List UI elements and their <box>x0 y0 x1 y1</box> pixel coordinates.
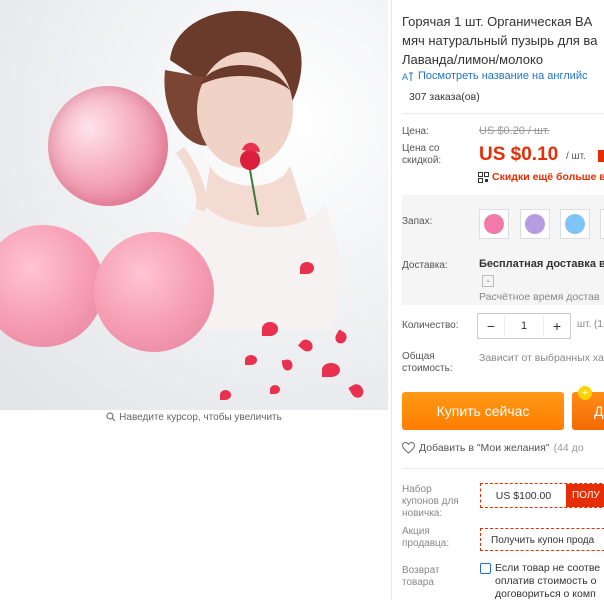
rose-petal <box>220 390 231 400</box>
coupon-label-line: Набор <box>402 484 432 495</box>
return-label-line: товара <box>402 577 434 588</box>
quantity-unit: шт. (1 <box>577 319 603 330</box>
seller-label-line: Акция <box>402 526 430 537</box>
discount-price-label: Цена со скидкой: <box>402 143 441 167</box>
price-label: Цена: <box>402 126 429 137</box>
zoom-hint: Наведите курсор, чтобы увеличить <box>0 412 388 423</box>
rose-petal <box>281 358 294 372</box>
rose-petal <box>245 355 257 365</box>
scent-label: Запах: <box>402 216 433 227</box>
qr-code-icon <box>478 171 489 183</box>
return-label-line: Возврат <box>402 565 440 576</box>
promo-link[interactable]: Скидки ещё больше в <box>478 171 604 183</box>
coupon-amount: US $100.00 <box>495 489 552 502</box>
total-label: Общая стоимость: <box>402 351 453 375</box>
current-price: US $0.10 <box>479 144 559 165</box>
svg-text:A: A <box>402 72 408 82</box>
bath-bomb-blue-thumb <box>565 214 585 234</box>
zoom-hint-text: Наведите курсор, чтобы увеличить <box>119 412 282 423</box>
discount-label-line: Цена со <box>402 143 440 154</box>
new-user-coupon-label: Набор купонов для новичка: <box>402 484 459 520</box>
magnifier-icon <box>106 412 116 422</box>
total-label-line: Общая <box>402 351 435 362</box>
delivery-estimate: Расчётное время достав <box>479 291 600 303</box>
coupon-label-line: купонов для <box>402 496 459 507</box>
return-line: оплатив стоимость о <box>495 575 597 587</box>
bath-bomb-pink-thumb <box>484 214 504 234</box>
rose-petal <box>262 322 278 336</box>
wishlist-link[interactable]: Добавить в "Мои желания" (44 до <box>402 442 584 454</box>
wishlist-text: Добавить в "Мои желания" <box>419 442 550 454</box>
quantity-stepper: − 1 + <box>477 313 571 339</box>
new-user-coupon[interactable]: US $100.00 ПОЛУ <box>480 483 604 508</box>
quantity-decrease-button[interactable]: − <box>478 318 504 334</box>
shipping-option[interactable]: Бесплатная доставка в <box>479 258 604 270</box>
product-main-image[interactable] <box>0 0 388 410</box>
buy-now-button[interactable]: Купить сейчас <box>402 392 564 430</box>
panel-divider <box>391 0 392 600</box>
total-value: Зависит от выбранных хар <box>479 352 604 364</box>
return-line-text: Если товар не соотве <box>495 562 601 574</box>
seller-promo-label: Акция продавца: <box>402 526 449 550</box>
rose-petal <box>297 337 316 354</box>
plus-badge-icon: + <box>578 386 592 400</box>
discount-badge <box>598 150 604 162</box>
rose-petals-closeup <box>48 86 168 206</box>
quantity-increase-button[interactable]: + <box>544 318 570 334</box>
scent-swatch-yellow[interactable] <box>600 209 604 239</box>
coupon-label-line: новичка: <box>402 508 443 519</box>
scent-swatch-blue[interactable] <box>560 209 590 239</box>
translate-link-text: Посмотреть название на английс <box>418 70 588 82</box>
orders-count: 307 заказа(ов) <box>409 91 480 103</box>
seller-label-line: продавца: <box>402 538 450 549</box>
quantity-input[interactable]: 1 <box>504 315 544 337</box>
quantity-label: Количество: <box>402 320 459 331</box>
divider <box>402 468 604 469</box>
return-icon <box>480 562 491 574</box>
scent-swatch-purple[interactable] <box>520 209 550 239</box>
product-gallery: Наведите курсор, чтобы увеличить <box>0 0 388 430</box>
heart-icon <box>402 442 415 454</box>
wishlist-count: (44 до <box>553 442 584 454</box>
product-title-line: Лаванда/лимон/молоко <box>402 52 544 67</box>
return-label: Возврат товара <box>402 565 440 589</box>
product-title: Горячая 1 шт. Органическая BA мяч натура… <box>402 12 604 69</box>
rose-petal <box>348 381 366 401</box>
bath-bomb-right <box>94 232 214 352</box>
old-price: US $0.20 / шт. <box>479 125 550 137</box>
chevron-down-icon[interactable]: ⌄ <box>482 275 494 287</box>
shipping-label: Доставка: <box>402 260 448 271</box>
translate-icon: A <box>402 72 413 82</box>
product-title-line: мяч натуральный пузырь для ва <box>402 33 598 48</box>
promo-text: Скидки ещё больше в <box>492 171 604 183</box>
get-coupon-button[interactable]: ПОЛУ <box>566 484 604 507</box>
product-title-line: Горячая 1 шт. Органическая BA <box>402 14 593 29</box>
price-unit: / шт. <box>566 151 586 162</box>
return-line: договориться о комп <box>495 588 596 600</box>
rose-petal <box>300 262 314 274</box>
total-label-line: стоимость: <box>402 363 453 374</box>
rose-petal <box>333 329 349 346</box>
rose-petal <box>270 385 280 394</box>
translate-title-link[interactable]: A Посмотреть название на английс <box>402 70 587 82</box>
return-line: Если товар не соотве <box>480 562 604 575</box>
product-info-panel: Горячая 1 шт. Органическая BA мяч натура… <box>402 0 604 600</box>
seller-coupon-button[interactable]: Получить купон прода <box>480 528 604 551</box>
divider <box>402 113 604 114</box>
rose-petal <box>322 363 340 377</box>
scent-swatch-pink[interactable] <box>479 209 509 239</box>
bath-bomb-purple-thumb <box>525 214 545 234</box>
bath-bomb-left <box>0 225 104 347</box>
discount-label-line: скидкой: <box>402 155 442 166</box>
return-policy-text: Если товар не соотве оплатив стоимость о… <box>480 562 604 600</box>
